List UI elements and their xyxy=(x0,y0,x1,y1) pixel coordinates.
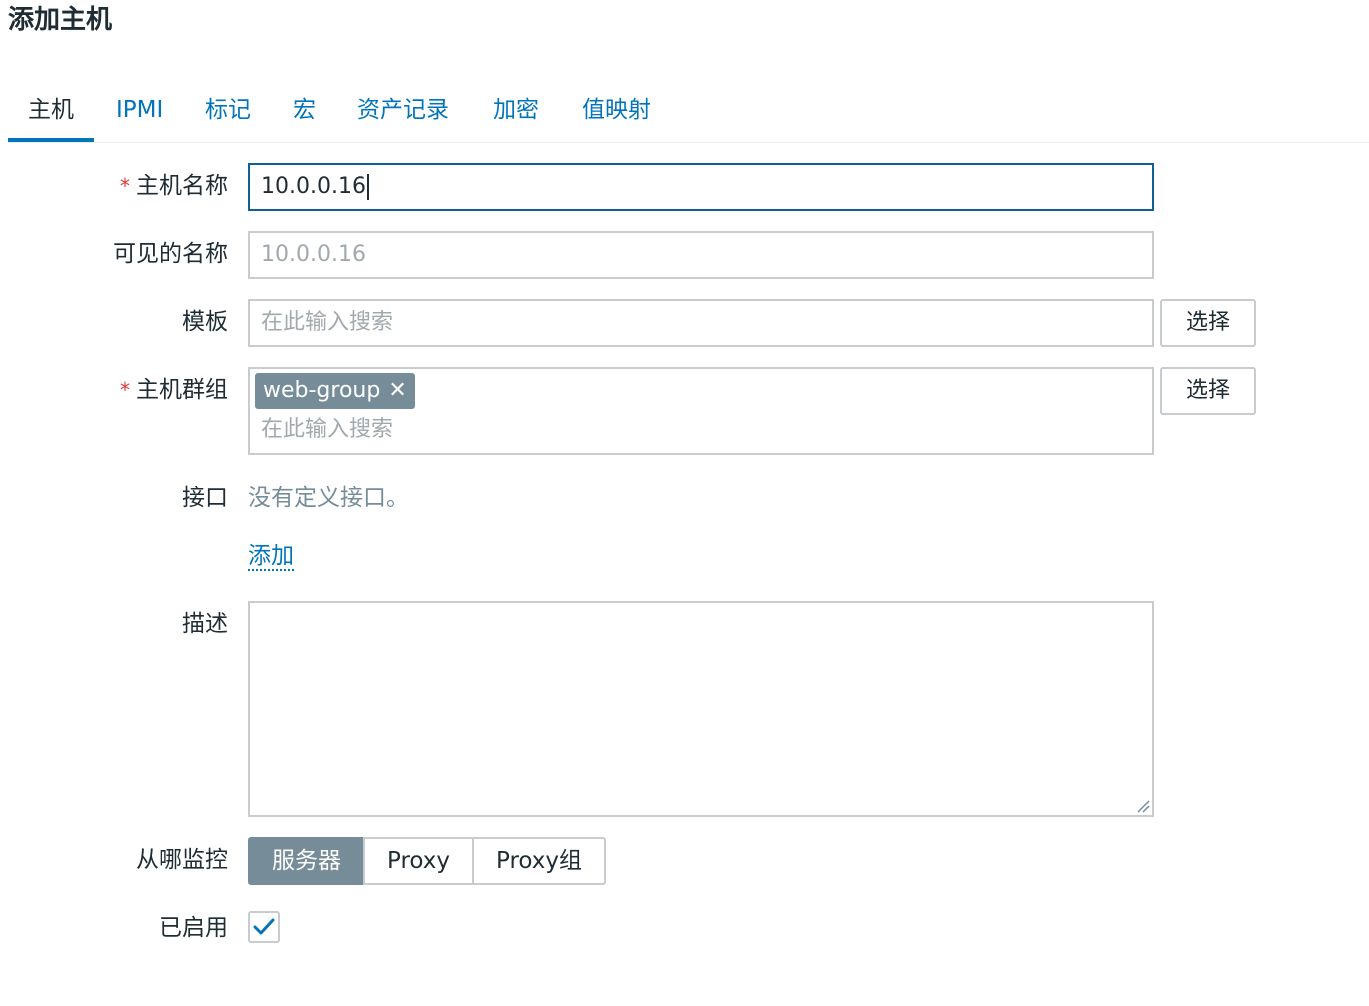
templates-label: 模板 xyxy=(182,309,228,335)
host-group-chip: web-group ✕ xyxy=(255,373,415,409)
tab-inventory[interactable]: 资产记录 xyxy=(357,80,449,140)
tab-ipmi[interactable]: IPMI xyxy=(116,80,163,140)
page-title: 添加主机 xyxy=(8,5,113,35)
close-icon[interactable]: ✕ xyxy=(388,373,406,409)
enabled-checkbox[interactable] xyxy=(248,911,280,943)
description-label: 描述 xyxy=(182,611,228,637)
text-caret xyxy=(366,174,369,200)
add-interface-link[interactable]: 添加 xyxy=(248,543,294,571)
required-mark: * xyxy=(120,174,130,198)
visible-name-label: 可见的名称 xyxy=(113,241,228,267)
tab-host[interactable]: 主机 xyxy=(8,80,94,142)
tab-tags[interactable]: 标记 xyxy=(205,80,251,140)
visible-name-placeholder: 10.0.0.16 xyxy=(261,242,366,267)
templates-select-button[interactable]: 选择 xyxy=(1160,299,1256,347)
templates-search-input[interactable]: 在此输入搜索 xyxy=(248,299,1154,347)
enabled-label: 已启用 xyxy=(159,915,228,941)
monitored-by-proxy-group-option[interactable]: Proxy组 xyxy=(472,837,607,885)
tab-macros[interactable]: 宏 xyxy=(293,80,316,140)
templates-placeholder: 在此输入搜索 xyxy=(261,310,394,335)
description-textarea[interactable] xyxy=(248,601,1154,817)
visible-name-input[interactable]: 10.0.0.16 xyxy=(248,231,1154,279)
tab-value-mapping[interactable]: 值映射 xyxy=(582,80,651,140)
checkmark-icon xyxy=(253,918,275,935)
resize-handle-icon[interactable] xyxy=(1136,799,1150,813)
host-groups-multiselect[interactable]: web-group ✕ 在此输入搜索 xyxy=(248,367,1154,455)
monitored-by-server-option[interactable]: 服务器 xyxy=(248,837,365,885)
host-name-value: 10.0.0.16 xyxy=(261,174,366,199)
tab-bar: 主机 IPMI 标记 宏 资产记录 加密 值映射 xyxy=(8,80,1369,143)
interfaces-label: 接口 xyxy=(182,485,228,511)
host-group-chip-label: web-group xyxy=(263,378,381,403)
required-mark: * xyxy=(120,378,130,402)
host-name-input[interactable]: 10.0.0.16 xyxy=(248,163,1154,211)
tab-encryption[interactable]: 加密 xyxy=(493,80,539,140)
host-groups-select-button[interactable]: 选择 xyxy=(1160,367,1256,415)
monitored-by-proxy-option[interactable]: Proxy xyxy=(363,837,475,885)
monitored-by-radio-group: 服务器 Proxy Proxy组 xyxy=(248,837,607,885)
host-groups-placeholder[interactable]: 在此输入搜索 xyxy=(261,415,393,445)
host-groups-label: * 主机群组 xyxy=(120,377,228,403)
host-name-label: * 主机名称 xyxy=(120,173,228,199)
interfaces-empty-text: 没有定义接口。 xyxy=(248,485,409,511)
monitored-by-label: 从哪监控 xyxy=(136,847,228,873)
